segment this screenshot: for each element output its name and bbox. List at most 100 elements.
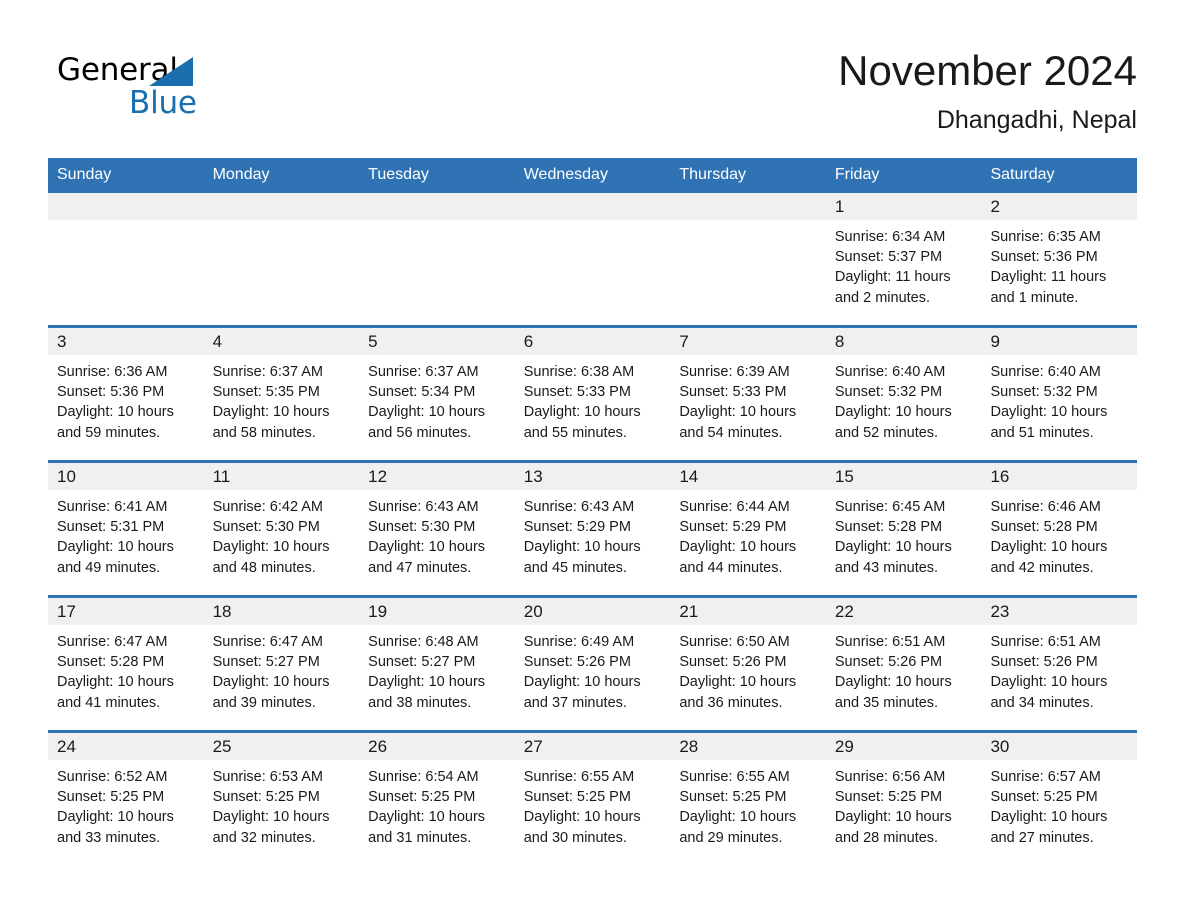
day-details: Sunrise: 6:53 AM Sunset: 5:25 PM Daylight:… (204, 760, 360, 848)
calendar-day-cell[interactable]: 4 Sunrise: 6:37 AM Sunset: 5:35 PM Daylight… (203, 328, 360, 460)
daylight-text-line1: Daylight: 10 hours (834, 809, 952, 826)
daylight-text-line2: and 1 minute. (990, 289, 1079, 306)
calendar-week-row: 17 Sunrise: 6:47 AM Sunset: 5:28 PM Dayligh… (48, 595, 1138, 730)
calendar-day-cell[interactable]: 25 Sunrise: 6:53 AM Sunset: 5:25 PM Dayligh… (203, 733, 360, 865)
sunrise-text: Sunrise: 6:36 AM (57, 364, 168, 380)
sunset-text: Sunset: 5:26 PM (990, 654, 1098, 671)
sunrise-text: Sunrise: 6:44 AM (679, 499, 790, 515)
day-number: 30 (981, 733, 1138, 760)
calendar-day-cell[interactable]: 27 Sunrise: 6:55 AM Sunset: 5:25 PM Dayligh… (514, 733, 671, 865)
daylight-text-line1: Daylight: 10 hours (523, 539, 641, 556)
calendar-day-cell[interactable]: 23 Sunrise: 6:51 AM Sunset: 5:26 PM Dayligh… (981, 598, 1138, 730)
calendar-week-row: 24 Sunrise: 6:52 AM Sunset: 5:25 PM Dayligh… (48, 730, 1138, 865)
calendar-day-cell[interactable]: 28 Sunrise: 6:55 AM Sunset: 5:25 PM Dayligh… (670, 733, 826, 865)
daylight-text-line2: and 43 minutes. (834, 559, 939, 576)
sunset-text: Sunset: 5:28 PM (57, 654, 165, 671)
day-number (514, 193, 671, 220)
sunrise-text: Sunrise: 6:49 AM (523, 634, 635, 650)
calendar-day-cell[interactable]: 2 Sunrise: 6:35 AM Sunset: 5:36 PM Daylight… (981, 193, 1138, 325)
day-number: 16 (981, 463, 1138, 490)
day-number: 21 (670, 598, 826, 625)
sunset-text: Sunset: 5:25 PM (834, 789, 943, 806)
weekday-header-tuesday: Tuesday (368, 166, 429, 183)
day-details: Sunrise: 6:39 AM Sunset: 5:33 PM Daylight:… (670, 355, 826, 443)
sunrise-text: Sunrise: 6:40 AM (834, 364, 946, 380)
day-number: 25 (203, 733, 360, 760)
day-details: Sunrise: 6:47 AM Sunset: 5:28 PM Daylight:… (48, 625, 204, 713)
sunset-text: Sunset: 5:25 PM (679, 789, 787, 806)
sunrise-text: Sunrise: 6:48 AM (368, 634, 479, 650)
day-details: Sunrise: 6:35 AM Sunset: 5:36 PM Daylight:… (981, 220, 1137, 308)
daylight-text-line1: Daylight: 10 hours (368, 539, 486, 556)
calendar-day-cell[interactable]: 19 Sunrise: 6:48 AM Sunset: 5:27 PM Dayligh… (359, 598, 515, 730)
daylight-text-line2: and 2 minutes. (834, 289, 931, 306)
calendar-week-row: 10 Sunrise: 6:41 AM Sunset: 5:31 PM Dayligh… (48, 460, 1138, 595)
sunrise-text: Sunrise: 6:45 AM (834, 499, 946, 515)
sunrise-text: Sunrise: 6:47 AM (57, 634, 168, 650)
calendar-day-cell[interactable]: 18 Sunrise: 6:47 AM Sunset: 5:27 PM Dayligh… (203, 598, 360, 730)
day-number: 10 (48, 463, 204, 490)
daylight-text-line2: and 34 minutes. (990, 694, 1094, 711)
daylight-text-line2: and 29 minutes. (679, 829, 783, 846)
calendar-day-cell[interactable]: 29 Sunrise: 6:56 AM Sunset: 5:25 PM Dayligh… (825, 733, 982, 865)
sunset-text: Sunset: 5:33 PM (679, 384, 787, 401)
day-number: 3 (48, 328, 204, 355)
calendar-day-cell[interactable]: 11 Sunrise: 6:42 AM Sunset: 5:30 PM Dayligh… (203, 463, 360, 595)
calendar-day-cell[interactable]: 6 Sunrise: 6:38 AM Sunset: 5:33 PM Daylight… (514, 328, 671, 460)
daylight-text-line2: and 39 minutes. (212, 694, 316, 711)
calendar-day-cell[interactable]: 15 Sunrise: 6:45 AM Sunset: 5:28 PM Dayligh… (825, 463, 982, 595)
calendar-day-cell[interactable]: 14 Sunrise: 6:44 AM Sunset: 5:29 PM Dayligh… (670, 463, 826, 595)
sunset-text: Sunset: 5:26 PM (523, 654, 631, 671)
calendar-day-cell[interactable]: 10 Sunrise: 6:41 AM Sunset: 5:31 PM Dayligh… (48, 463, 204, 595)
day-details: Sunrise: 6:43 AM Sunset: 5:30 PM Daylight:… (359, 490, 515, 578)
day-details: Sunrise: 6:49 AM Sunset: 5:26 PM Daylight:… (515, 625, 671, 713)
sunset-text: Sunset: 5:35 PM (212, 384, 320, 401)
daylight-text-line1: Daylight: 10 hours (990, 674, 1108, 691)
calendar-page: General Blue November 2024 Dhangadhi, Ne… (0, 0, 1188, 918)
day-number: 15 (825, 463, 982, 490)
calendar-day-cell[interactable]: 8 Sunrise: 6:40 AM Sunset: 5:32 PM Daylight… (825, 328, 982, 460)
day-number: 6 (514, 328, 671, 355)
calendar-day-cell[interactable]: 20 Sunrise: 6:49 AM Sunset: 5:26 PM Dayligh… (514, 598, 671, 730)
daylight-text-line1: Daylight: 10 hours (57, 809, 174, 826)
calendar-day-cell[interactable]: 7 Sunrise: 6:39 AM Sunset: 5:33 PM Daylight… (670, 328, 826, 460)
daylight-text-line2: and 30 minutes. (523, 829, 627, 846)
day-number: 20 (514, 598, 671, 625)
calendar-day-cell[interactable]: 17 Sunrise: 6:47 AM Sunset: 5:28 PM Dayligh… (48, 598, 204, 730)
sunrise-text: Sunrise: 6:55 AM (679, 769, 790, 785)
sunset-text: Sunset: 5:29 PM (523, 519, 631, 536)
daylight-text-line2: and 58 minutes. (212, 424, 316, 441)
day-details: Sunrise: 6:37 AM Sunset: 5:35 PM Daylight:… (204, 355, 360, 443)
sunset-text: Sunset: 5:25 PM (990, 789, 1098, 806)
calendar-day-cell[interactable]: 21 Sunrise: 6:50 AM Sunset: 5:26 PM Dayligh… (670, 598, 826, 730)
calendar-day-cell[interactable]: 9 Sunrise: 6:40 AM Sunset: 5:32 PM Daylight… (981, 328, 1138, 460)
calendar-day-cell[interactable]: 16 Sunrise: 6:46 AM Sunset: 5:28 PM Dayligh… (981, 463, 1138, 595)
generalblue-logo[interactable]: General Blue (57, 52, 317, 122)
calendar-day-cell[interactable]: 26 Sunrise: 6:54 AM Sunset: 5:25 PM Dayligh… (359, 733, 515, 865)
calendar-day-cell[interactable]: 3 Sunrise: 6:36 AM Sunset: 5:36 PM Daylight… (48, 328, 204, 460)
sunrise-text: Sunrise: 6:35 AM (990, 229, 1101, 245)
calendar-day-cell[interactable]: 24 Sunrise: 6:52 AM Sunset: 5:25 PM Dayligh… (48, 733, 204, 865)
daylight-text-line2: and 51 minutes. (990, 424, 1094, 441)
sunrise-text: Sunrise: 6:55 AM (523, 769, 635, 785)
daylight-text-line2: and 36 minutes. (679, 694, 783, 711)
calendar-day-cell[interactable]: 5 Sunrise: 6:37 AM Sunset: 5:34 PM Daylight… (359, 328, 515, 460)
sunset-text: Sunset: 5:30 PM (212, 519, 320, 536)
calendar-day-cell[interactable]: 13 Sunrise: 6:43 AM Sunset: 5:29 PM Dayligh… (514, 463, 671, 595)
sunset-text: Sunset: 5:32 PM (834, 384, 943, 401)
sunset-text: Sunset: 5:36 PM (57, 384, 165, 401)
sunset-text: Sunset: 5:25 PM (368, 789, 476, 806)
weekday-header-saturday: Saturday (990, 166, 1055, 183)
calendar-day-cell[interactable]: 30 Sunrise: 6:57 AM Sunset: 5:25 PM Dayligh… (981, 733, 1138, 865)
calendar-day-cell[interactable]: 22 Sunrise: 6:51 AM Sunset: 5:26 PM Dayligh… (825, 598, 982, 730)
logo-text-blue: Blue (129, 85, 197, 121)
weekday-header-sunday: Sunday (57, 166, 112, 183)
day-number: 24 (48, 733, 204, 760)
daylight-text-line1: Daylight: 10 hours (57, 404, 174, 421)
day-number: 13 (514, 463, 671, 490)
weekday-header-friday: Friday (834, 166, 880, 183)
calendar-day-cell[interactable]: 1 Sunrise: 6:34 AM Sunset: 5:37 PM Daylight… (825, 193, 982, 325)
calendar-day-cell[interactable]: 12 Sunrise: 6:43 AM Sunset: 5:30 PM Dayligh… (359, 463, 515, 595)
title-block: November 2024 Dhangadhi, Nepal (838, 45, 1137, 135)
sunset-text: Sunset: 5:27 PM (368, 654, 476, 671)
